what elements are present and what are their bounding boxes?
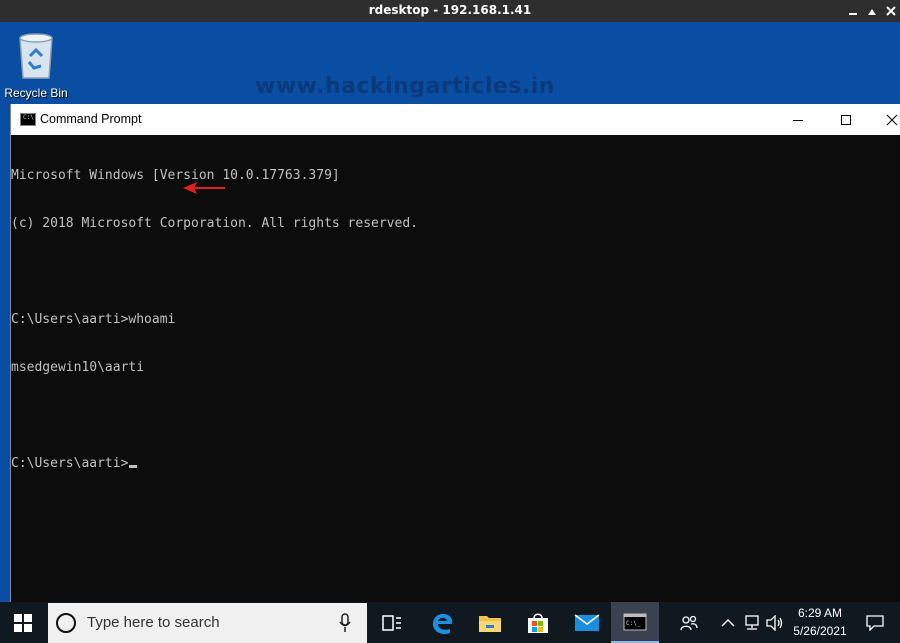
close-icon [886, 6, 896, 16]
cmd-window-title: Command Prompt [40, 112, 142, 126]
console-line: (c) 2018 Microsoft Corporation. All righ… [11, 216, 418, 231]
console-line: C:\Users\aarti>whoami [11, 312, 176, 327]
start-button[interactable] [0, 602, 46, 643]
command-prompt-taskbar-button[interactable]: C:\_ [611, 602, 659, 643]
text-cursor [129, 465, 138, 468]
task-view-button[interactable] [368, 602, 416, 643]
console-prompt: C:\Users\aarti> [11, 456, 129, 471]
show-hidden-icons-button[interactable] [718, 602, 738, 643]
console-line: msedgewin10\aarti [11, 360, 145, 375]
taskbar-search-box[interactable]: Type here to search [48, 603, 367, 643]
cmd-maximize-button[interactable] [823, 104, 869, 135]
cmd-title-bar[interactable]: C:\ Command Prompt [11, 104, 900, 135]
recycle-bin-label: Recycle Bin [4, 86, 68, 100]
mail-icon [574, 613, 600, 631]
recycle-bin-icon [19, 33, 53, 79]
rdesktop-close-button[interactable] [881, 0, 900, 22]
windows-start-icon [14, 613, 32, 632]
console-prompt-line[interactable]: C:\Users\aarti> [11, 456, 900, 472]
volume-button[interactable] [764, 602, 786, 643]
minimize-icon [793, 119, 803, 121]
edge-icon [433, 613, 453, 634]
close-icon [886, 114, 898, 125]
clock-time: 6:29 AM [797, 606, 843, 620]
store-icon [528, 613, 548, 633]
rdesktop-title: rdesktop - 192.168.1.41 [368, 3, 532, 17]
action-center-button[interactable] [855, 602, 895, 643]
console-output[interactable]: Microsoft Windows [Version 10.0.17763.37… [11, 135, 900, 602]
maximize-icon [841, 114, 851, 125]
file-explorer-taskbar-button[interactable] [466, 602, 514, 643]
rdesktop-title-bar: rdesktop - 192.168.1.41 [0, 0, 900, 22]
task-view-icon [382, 614, 401, 631]
rdesktop-maximize-button[interactable] [862, 0, 882, 22]
microphone-icon[interactable] [338, 613, 352, 633]
cmd-minimize-button[interactable] [775, 104, 821, 135]
console-line: Microsoft Windows [Version 10.0.17763.37… [11, 168, 340, 183]
cmd-window-icon: C:\ [20, 113, 36, 126]
desktop[interactable]: Recycle Bin www.hackingarticles.in C:\ C… [0, 22, 900, 602]
command-prompt-icon: C:\_ [623, 613, 647, 630]
minimize-icon [849, 13, 857, 15]
taskbar-clock[interactable]: 6:29 AM 5/26/2021 [788, 604, 852, 640]
search-placeholder: Type here to search [87, 614, 220, 631]
network-button[interactable] [741, 602, 763, 643]
store-taskbar-button[interactable] [514, 602, 562, 643]
search-icon [56, 613, 76, 633]
people-button[interactable] [672, 602, 706, 643]
watermark: www.hackingarticles.in [255, 74, 555, 99]
cmd-close-button[interactable] [869, 104, 900, 135]
rdesktop-minimize-button[interactable] [843, 0, 863, 22]
notification-icon [866, 614, 884, 631]
mail-taskbar-button[interactable] [562, 602, 612, 643]
taskbar: Type here to search C:\_ 6:29 AM 5/26/20… [0, 602, 900, 643]
command-prompt-window[interactable]: C:\ Command Prompt Microsoft Windows [Ve… [10, 104, 900, 602]
recycle-bin-shortcut[interactable]: Recycle Bin [3, 30, 69, 100]
clock-date: 5/26/2021 [793, 624, 847, 638]
volume-icon [766, 614, 783, 631]
maximize-icon [868, 9, 876, 15]
red-arrow-icon [183, 182, 225, 194]
svg-text:C:\_: C:\_ [626, 620, 641, 627]
people-icon [680, 615, 698, 630]
chevron-up-icon [721, 618, 735, 627]
file-explorer-icon [479, 615, 501, 632]
network-icon [745, 614, 759, 630]
edge-taskbar-button[interactable] [418, 602, 466, 643]
